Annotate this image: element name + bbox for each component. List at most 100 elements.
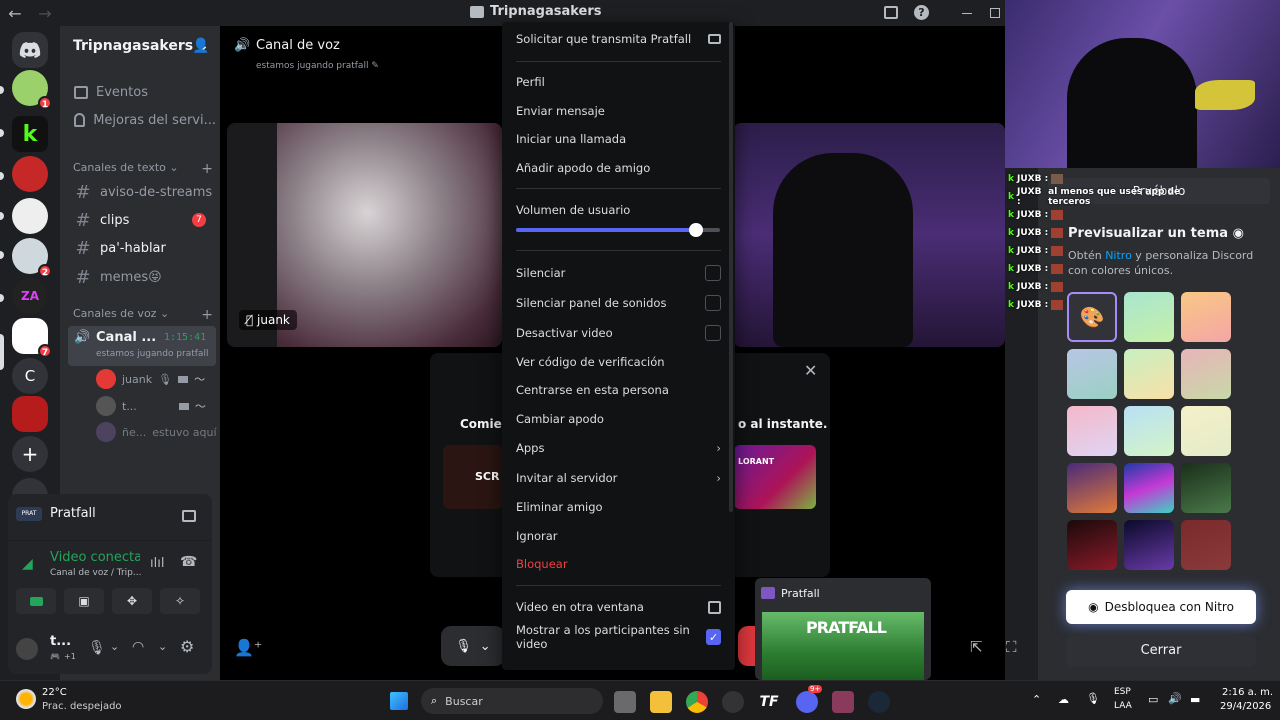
menu-item-send-message[interactable]: Enviar mensaje — [516, 102, 721, 120]
weather-text[interactable]: Prac. despejado — [42, 701, 122, 712]
battery-icon[interactable]: ▬ — [1190, 693, 1200, 706]
stream-preview[interactable]: Pratfall PRATFALL — [755, 578, 931, 680]
menu-item-mute[interactable]: Silenciar — [516, 264, 721, 282]
mute-checkbox[interactable] — [705, 265, 721, 281]
menu-item-ignore[interactable]: Ignorar — [516, 527, 721, 545]
taskbar-search[interactable]: ⌕ Buscar — [421, 688, 603, 714]
server-icon-kick[interactable]: k — [12, 116, 48, 152]
server-icon-pink[interactable]: ZA — [12, 278, 48, 314]
app-icon[interactable] — [722, 691, 744, 713]
microphone-tray-icon[interactable]: 🎙 — [1086, 692, 1100, 705]
activity-card-right[interactable]: LORANT — [734, 445, 816, 509]
soundboard-button[interactable]: ✧ — [160, 588, 200, 614]
discord-home-icon[interactable] — [12, 32, 48, 68]
add-member-icon[interactable]: 👤 — [192, 38, 209, 54]
theme-swatch[interactable] — [1181, 349, 1231, 399]
activity-row[interactable]: PRAT Pratfall — [16, 506, 96, 521]
menu-item-remove-friend[interactable]: Eliminar amigo — [516, 498, 721, 516]
chevron-up-icon[interactable]: ⌃ — [1032, 693, 1041, 706]
theme-swatch[interactable] — [1181, 520, 1231, 570]
server-icon-current[interactable]: 7 — [12, 318, 52, 358]
menu-scrollbar[interactable] — [729, 22, 733, 512]
soundwave-icon[interactable]: ılıl — [150, 556, 164, 571]
category-voice[interactable]: Canales de voz ⌄ + — [73, 307, 213, 323]
temperature[interactable]: 22°C — [42, 687, 67, 698]
add-server-icon[interactable]: + — [12, 436, 48, 472]
microphone-icon[interactable]: 🎙 — [88, 640, 106, 656]
server-icon-red[interactable] — [12, 156, 48, 192]
menu-item-block[interactable]: Bloquear — [516, 555, 721, 573]
fullscreen-icon[interactable]: ⛶ — [1006, 638, 1017, 656]
show-non-video-checkbox[interactable]: ✓ — [706, 629, 721, 645]
theme-swatch[interactable] — [1067, 463, 1117, 513]
server-icon-cartoon[interactable] — [12, 198, 48, 234]
game-app-icon[interactable] — [832, 691, 854, 713]
server-icon-green-face[interactable]: 1 — [12, 70, 52, 110]
menu-item-start-call[interactable]: Iniciar una llamada — [516, 130, 721, 148]
menu-item-popout-video[interactable]: Video en otra ventana — [516, 598, 721, 616]
camera-button[interactable] — [16, 588, 56, 614]
weather-icon[interactable] — [16, 689, 36, 709]
menu-item-change-nickname[interactable]: Cambiar apodo — [516, 410, 721, 428]
discord-taskbar-icon[interactable]: 9+ — [796, 685, 823, 713]
volume-icon[interactable]: 🔊 — [1168, 692, 1182, 705]
minimize-icon[interactable] — [962, 13, 972, 14]
inbox-icon[interactable] — [884, 6, 898, 19]
connection-subtitle[interactable]: Canal de voz / Trip... — [50, 568, 141, 578]
activities-button[interactable]: ✥ — [112, 588, 152, 614]
theme-swatch[interactable] — [1067, 349, 1117, 399]
task-view-icon[interactable] — [614, 691, 636, 713]
theme-swatch[interactable] — [1181, 406, 1231, 456]
language-indicator[interactable]: ESP — [1114, 687, 1131, 697]
sidebar-item-events[interactable]: Eventos — [68, 78, 216, 106]
channel-aviso-de-streams[interactable]: # aviso-de-streams — [68, 178, 216, 206]
server-icon-anime[interactable] — [12, 396, 48, 432]
add-channel-icon[interactable]: + — [201, 307, 213, 323]
settings-gear-icon[interactable]: ⚙ — [180, 637, 194, 656]
voice-channel-active[interactable]: 🔊 Canal ... 1:15:41 estamos jugando prat… — [68, 326, 216, 366]
menu-item-profile[interactable]: Perfil — [516, 73, 721, 91]
volume-slider[interactable] — [516, 223, 720, 237]
theme-swatch[interactable] — [1124, 349, 1174, 399]
add-channel-icon[interactable]: + — [201, 161, 213, 177]
close-button[interactable]: Cerrar — [1066, 635, 1256, 667]
file-explorer-icon[interactable] — [650, 691, 672, 713]
channel-clips[interactable]: # clips 7 — [68, 206, 216, 234]
username[interactable]: t... — [50, 634, 71, 649]
avatar[interactable] — [16, 638, 38, 660]
volume-knob[interactable] — [688, 223, 703, 237]
chevron-down-icon[interactable]: ⌄ — [158, 640, 167, 653]
menu-item-mute-soundboard[interactable]: Silenciar panel de sonidos — [516, 294, 721, 312]
clock-time[interactable]: 2:16 a. m. — [1222, 687, 1273, 698]
channel-memes[interactable]: # memes😝 — [68, 263, 216, 291]
mic-control[interactable]: 🎙 ⌄ — [441, 626, 505, 666]
video-tile-juank[interactable]: 🎙̸ juank — [227, 123, 502, 347]
close-icon[interactable]: ✕ — [804, 361, 817, 380]
menu-item-request-stream[interactable]: Solicitar que transmita Pratfall — [516, 30, 721, 48]
menu-item-focus-person[interactable]: Centrarse en esta persona — [516, 381, 721, 399]
menu-item-apps[interactable]: Apps › — [516, 439, 721, 457]
chrome-icon[interactable] — [686, 691, 708, 713]
activity-card-left[interactable]: SCR — [443, 445, 503, 509]
menu-item-invite-server[interactable]: Invitar al servidor › — [516, 469, 721, 487]
server-icon-meme[interactable]: 2 — [12, 238, 52, 278]
cloud-icon[interactable]: ☁ — [1058, 693, 1069, 706]
theme-swatch[interactable] — [1124, 520, 1174, 570]
category-text[interactable]: Canales de texto ⌄ + — [73, 161, 213, 177]
clock-date[interactable]: 29/4/2026 — [1220, 701, 1271, 712]
windows-start-icon[interactable] — [390, 692, 408, 710]
server-name[interactable]: Tripnagasakers ⌄ — [73, 38, 209, 54]
screen-share-icon[interactable] — [182, 510, 196, 522]
tf-app-icon[interactable]: TF — [758, 691, 780, 713]
server-icon-letter[interactable]: C — [12, 358, 48, 394]
network-icon[interactable]: ▭ — [1148, 693, 1158, 706]
sidebar-item-boosts[interactable]: Mejoras del servi... — [68, 106, 216, 134]
theme-swatch[interactable] — [1124, 463, 1174, 513]
forward-arrow-icon[interactable]: → — [30, 4, 60, 23]
chevron-down-icon[interactable]: ⌄ — [110, 640, 119, 653]
theme-swatch[interactable] — [1067, 520, 1117, 570]
soundboard-checkbox[interactable] — [705, 295, 721, 311]
voice-user-ne[interactable]: ñe... estuvo aquí — [96, 421, 217, 443]
headphones-icon[interactable]: ◠ — [132, 639, 144, 655]
popout-icon[interactable]: ⇱ — [970, 638, 983, 656]
